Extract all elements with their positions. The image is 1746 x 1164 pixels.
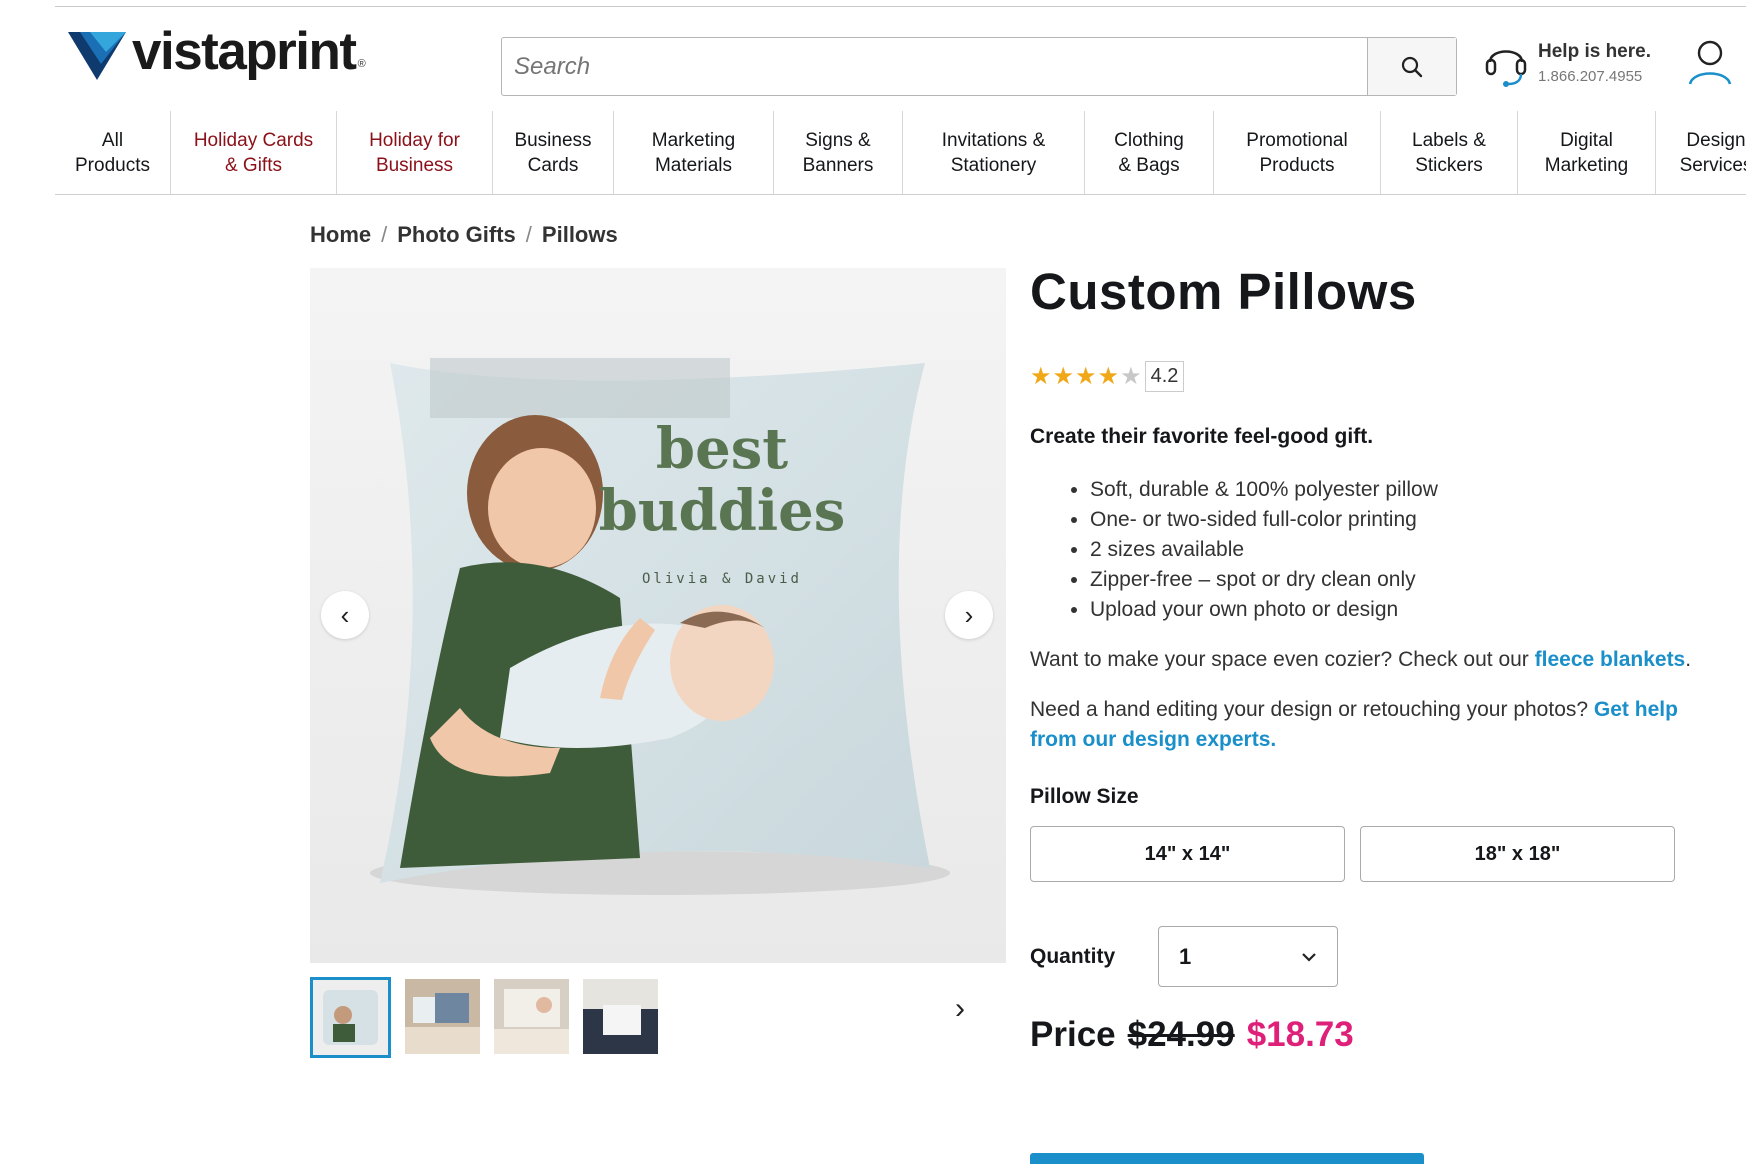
feature-item: One- or two-sided full-color printing xyxy=(1090,505,1730,535)
chevron-down-icon xyxy=(1302,952,1316,962)
chevron-right-icon: › xyxy=(964,599,974,630)
feature-item: 2 sizes available xyxy=(1090,535,1730,565)
logo-text: vistaprint xyxy=(132,21,357,81)
original-price: $24.99 xyxy=(1127,1015,1235,1054)
breadcrumb-current: Pillows xyxy=(541,222,618,247)
size-option-14x14[interactable]: 14" x 14" xyxy=(1030,826,1345,882)
thumbnail-strip xyxy=(310,977,658,1058)
thumbnail-4[interactable] xyxy=(583,979,658,1054)
nav-design-services[interactable]: Design Services xyxy=(1656,111,1746,194)
thumbnail-3[interactable] xyxy=(494,979,569,1054)
size-label: Pillow Size xyxy=(1030,785,1139,808)
search-input[interactable] xyxy=(502,38,1367,95)
top-divider xyxy=(55,6,1746,7)
quantity-row: Quantity 1 xyxy=(1030,926,1730,987)
sale-price: $18.73 xyxy=(1246,1015,1354,1054)
product-title: Custom Pillows xyxy=(1030,263,1417,320)
nav-digital-marketing[interactable]: Digital Marketing xyxy=(1518,111,1656,194)
logo-mark-icon xyxy=(68,32,126,80)
cozier-paragraph: Want to make your space even cozier? Che… xyxy=(1030,648,1692,671)
account-button[interactable] xyxy=(1687,38,1733,91)
design-button[interactable] xyxy=(1030,1153,1424,1164)
search-button[interactable] xyxy=(1367,38,1456,95)
feature-item: Zipper-free – spot or dry clean only xyxy=(1090,565,1730,595)
price-label: Price xyxy=(1030,1015,1116,1054)
user-icon xyxy=(1688,40,1732,85)
pillow-text-names: Olivia & David xyxy=(642,571,802,587)
quantity-select[interactable]: 1 xyxy=(1158,926,1338,987)
search-icon xyxy=(1401,56,1423,77)
breadcrumb: Home / Photo Gifts / Pillows xyxy=(310,222,618,248)
nav-promotional-products[interactable]: Promotional Products xyxy=(1214,111,1381,194)
pillow-text-buddies: buddies xyxy=(599,478,846,544)
headset-icon xyxy=(1485,50,1527,87)
product-image-gallery: best buddies Olivia & David ‹ › xyxy=(310,268,1006,963)
thumbnail-1[interactable] xyxy=(310,977,391,1058)
nav-all-products[interactable]: All Products xyxy=(55,111,171,194)
pillow-product-image: best buddies Olivia & David xyxy=(310,268,1006,963)
product-tagline: Create their favorite feel-good gift. xyxy=(1030,425,1374,448)
nav-labels-stickers[interactable]: Labels & Stickers xyxy=(1381,111,1518,194)
gallery-next-button[interactable]: › xyxy=(945,591,993,639)
size-options: 14" x 14" 18" x 18" xyxy=(1030,826,1730,882)
chevron-left-icon: ‹ xyxy=(340,599,350,630)
pillow-text-best: best xyxy=(656,416,788,482)
help-contact[interactable]: Help is here. 1.866.207.4955 xyxy=(1484,38,1651,88)
nav-holiday-cards-gifts[interactable]: Holiday Cards & Gifts xyxy=(171,111,337,194)
help-phone[interactable]: 1.866.207.4955 xyxy=(1538,68,1651,85)
feature-item: Upload your own photo or design xyxy=(1090,595,1730,625)
star-rating-icon: ★★★★★ xyxy=(1030,363,1143,390)
product-rating[interactable]: ★★★★★ 4.2 xyxy=(1030,361,1730,392)
feature-list: Soft, durable & 100% polyester pillow On… xyxy=(1090,475,1730,625)
nav-signs-banners[interactable]: Signs & Banners xyxy=(774,111,903,194)
main-nav: All Products Holiday Cards & Gifts Holiday… xyxy=(55,111,1746,195)
quantity-label: Quantity xyxy=(1030,944,1116,968)
fleece-blankets-link[interactable]: fleece blankets xyxy=(1535,648,1686,671)
chevron-right-icon: › xyxy=(955,992,965,1025)
size-option-18x18[interactable]: 18" x 18" xyxy=(1360,826,1675,882)
nav-invitations-stationery[interactable]: Invitations & Stationery xyxy=(903,111,1085,194)
nav-holiday-for-business[interactable]: Holiday for Business xyxy=(337,111,493,194)
nav-marketing-materials[interactable]: Marketing Materials xyxy=(614,111,774,194)
search-bar xyxy=(501,37,1457,96)
price-row: Price $24.99 $18.73 xyxy=(1030,1015,1730,1055)
breadcrumb-separator: / xyxy=(381,222,388,247)
design-help-paragraph: Need a hand editing your design or retou… xyxy=(1030,698,1678,751)
help-title: Help is here. xyxy=(1538,41,1651,62)
thumbnail-next-button[interactable]: › xyxy=(955,992,965,1026)
breadcrumb-separator: / xyxy=(525,222,532,247)
nav-business-cards[interactable]: Business Cards xyxy=(493,111,614,194)
product-info: Custom Pillows ★★★★★ 4.2 Create their fa… xyxy=(1030,262,1730,1055)
breadcrumb-home[interactable]: Home xyxy=(310,222,371,248)
rating-value: 4.2 xyxy=(1144,361,1185,392)
breadcrumb-photo-gifts[interactable]: Photo Gifts xyxy=(397,222,516,248)
vistaprint-logo[interactable]: vistaprint ® xyxy=(68,21,366,82)
quantity-value: 1 xyxy=(1179,943,1192,969)
thumbnail-2[interactable] xyxy=(405,979,480,1054)
nav-clothing-bags[interactable]: Clothing & Bags xyxy=(1085,111,1214,194)
gallery-prev-button[interactable]: ‹ xyxy=(321,591,369,639)
feature-item: Soft, durable & 100% polyester pillow xyxy=(1090,475,1730,505)
logo-registered-mark: ® xyxy=(357,58,366,70)
